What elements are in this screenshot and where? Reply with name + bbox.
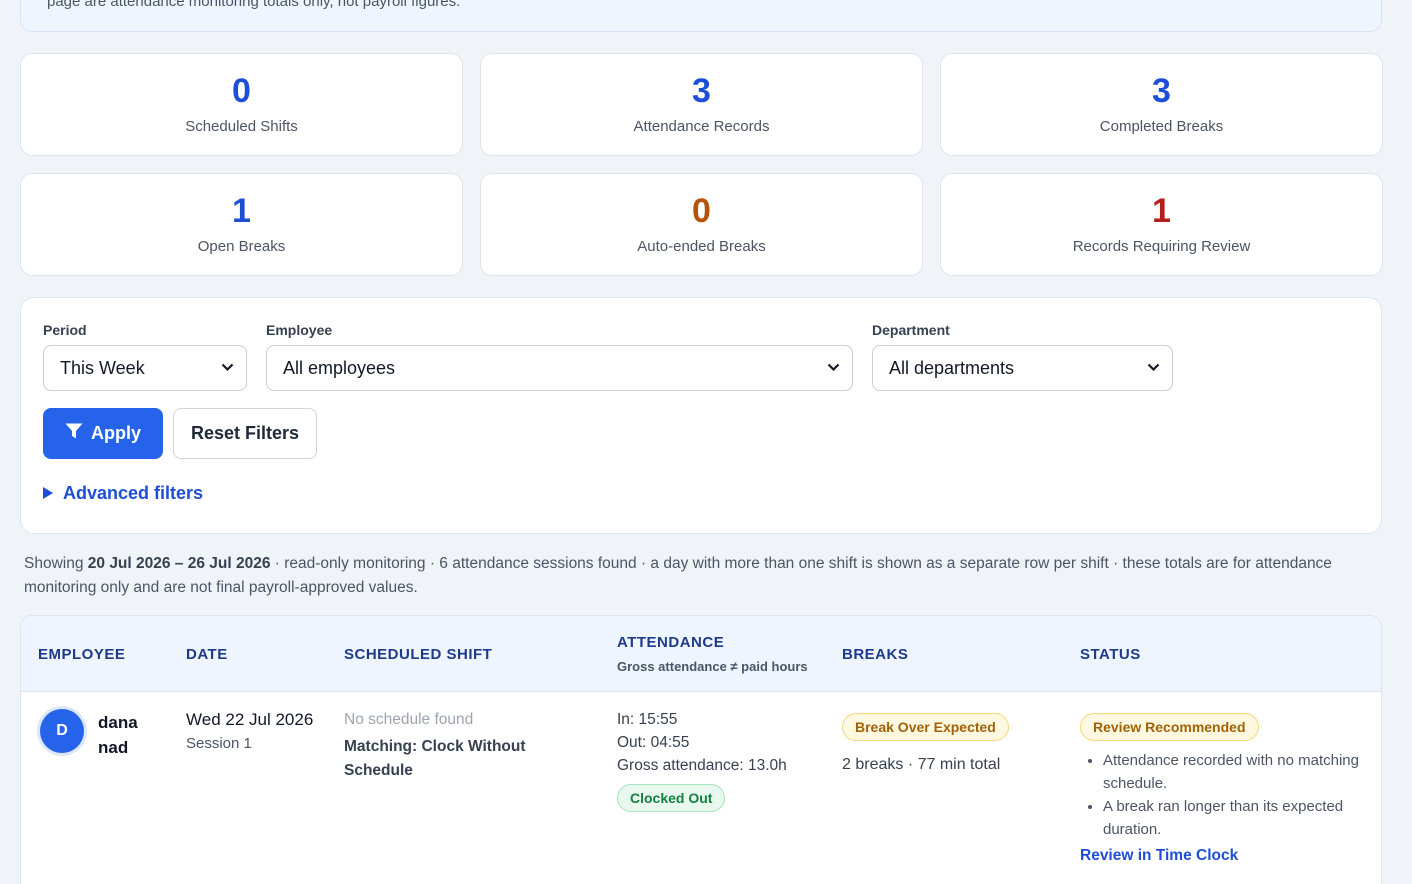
- department-value: All departments: [889, 358, 1015, 378]
- period-filter: Period This Week: [43, 322, 247, 391]
- col-status: STATUS: [1080, 646, 1141, 663]
- break-summary: 2 breaks · 77 min total: [842, 756, 1001, 773]
- stat-scheduled-shifts: 0 Scheduled Shifts: [20, 53, 463, 156]
- list-item: A break ran longer than its expected dur…: [1103, 795, 1373, 841]
- chevron-down-icon: [1147, 346, 1160, 372]
- stat-value: 3: [1152, 72, 1171, 110]
- apply-label: Apply: [90, 423, 141, 443]
- reset-filters-button[interactable]: Reset Filters: [173, 408, 317, 459]
- stat-value: 1: [1152, 192, 1171, 230]
- chevron-down-icon: [827, 346, 840, 372]
- list-item: Attendance recorded with no matching sch…: [1103, 749, 1373, 795]
- stat-label: Open Breaks: [197, 238, 286, 255]
- col-breaks: BREAKS: [842, 646, 909, 663]
- department-select[interactable]: All departments: [872, 345, 1173, 391]
- stat-value: 1: [232, 192, 251, 230]
- employee-value: All employees: [283, 358, 396, 378]
- clock-out: Out: 04:55: [617, 734, 690, 751]
- avatar: D: [40, 709, 84, 753]
- period-value: This Week: [60, 358, 145, 378]
- col-attendance-sub: Gross attendance ≠ paid hours: [617, 659, 808, 674]
- info-notice: page are attendance monitoring totals on…: [20, 0, 1382, 32]
- stat-value: 0: [692, 192, 711, 230]
- stats-grid: 0 Scheduled Shifts 3 Attendance Records …: [20, 53, 1383, 276]
- stat-label: Scheduled Shifts: [185, 118, 298, 135]
- department-filter: Department All departments: [872, 322, 1173, 391]
- attendance-table: EMPLOYEE DATE SCHEDULED SHIFT ATTENDANCE…: [20, 615, 1382, 884]
- notice-text: page are attendance monitoring totals on…: [47, 0, 461, 10]
- col-attendance: ATTENDANCE: [617, 634, 725, 651]
- clocked-out-badge: Clocked Out: [617, 784, 726, 812]
- period-label: Period: [43, 322, 87, 338]
- review-badge: Review Recommended: [1080, 713, 1259, 741]
- advanced-filters-toggle[interactable]: Advanced filters: [43, 483, 203, 504]
- stat-completed-breaks: 3 Completed Breaks: [940, 53, 1383, 156]
- break-over-badge: Break Over Expected: [842, 713, 1009, 741]
- stat-label: Records Requiring Review: [1072, 238, 1251, 255]
- employee-label: Employee: [266, 322, 333, 338]
- clock-in: In: 15:55: [617, 711, 678, 728]
- row-session: Session 1: [186, 735, 252, 752]
- stat-value: 3: [692, 72, 711, 110]
- filters-panel: Period This Week Employee All employees …: [20, 297, 1382, 534]
- date-range: 20 Jul 2026 – 26 Jul 2026: [87, 555, 271, 572]
- results-summary: Showing 20 Jul 2026 – 26 Jul 2026 · read…: [24, 555, 1332, 596]
- col-shift: SCHEDULED SHIFT: [344, 646, 493, 663]
- period-select[interactable]: This Week: [43, 345, 247, 391]
- stat-label: Attendance Records: [633, 118, 770, 135]
- stat-label: Completed Breaks: [1099, 118, 1224, 135]
- stat-value: 0: [232, 72, 251, 110]
- stat-open-breaks: 1 Open Breaks: [20, 173, 463, 276]
- stat-label: Auto-ended Breaks: [637, 238, 766, 255]
- col-employee: EMPLOYEE: [38, 646, 126, 663]
- shift-none: No schedule found: [344, 711, 474, 728]
- gross-attendance: Gross attendance: 13.0h: [617, 757, 787, 774]
- employee-filter: Employee All employees: [266, 322, 853, 391]
- review-reasons: Attendance recorded with no matching sch…: [1083, 749, 1373, 841]
- triangle-right-icon: [43, 483, 53, 504]
- employee-select[interactable]: All employees: [266, 345, 853, 391]
- stat-auto-ended-breaks: 0 Auto-ended Breaks: [480, 173, 923, 276]
- apply-button[interactable]: Apply: [43, 408, 163, 459]
- employee-name: dana nad: [98, 713, 138, 757]
- table-header: EMPLOYEE DATE SCHEDULED SHIFT ATTENDANCE…: [21, 616, 1381, 692]
- review-time-clock-link[interactable]: Review in Time Clock: [1080, 847, 1238, 865]
- stat-attendance-records: 3 Attendance Records: [480, 53, 923, 156]
- stat-records-review: 1 Records Requiring Review: [940, 173, 1383, 276]
- advanced-filters-label: Advanced filters: [63, 483, 204, 503]
- chevron-down-icon: [221, 346, 234, 372]
- filter-icon: [65, 423, 83, 445]
- row-date: Wed 22 Jul 2026: [186, 710, 314, 729]
- department-label: Department: [872, 322, 950, 338]
- shift-match: Matching: Clock Without Schedule: [344, 738, 526, 779]
- col-date: DATE: [186, 646, 228, 663]
